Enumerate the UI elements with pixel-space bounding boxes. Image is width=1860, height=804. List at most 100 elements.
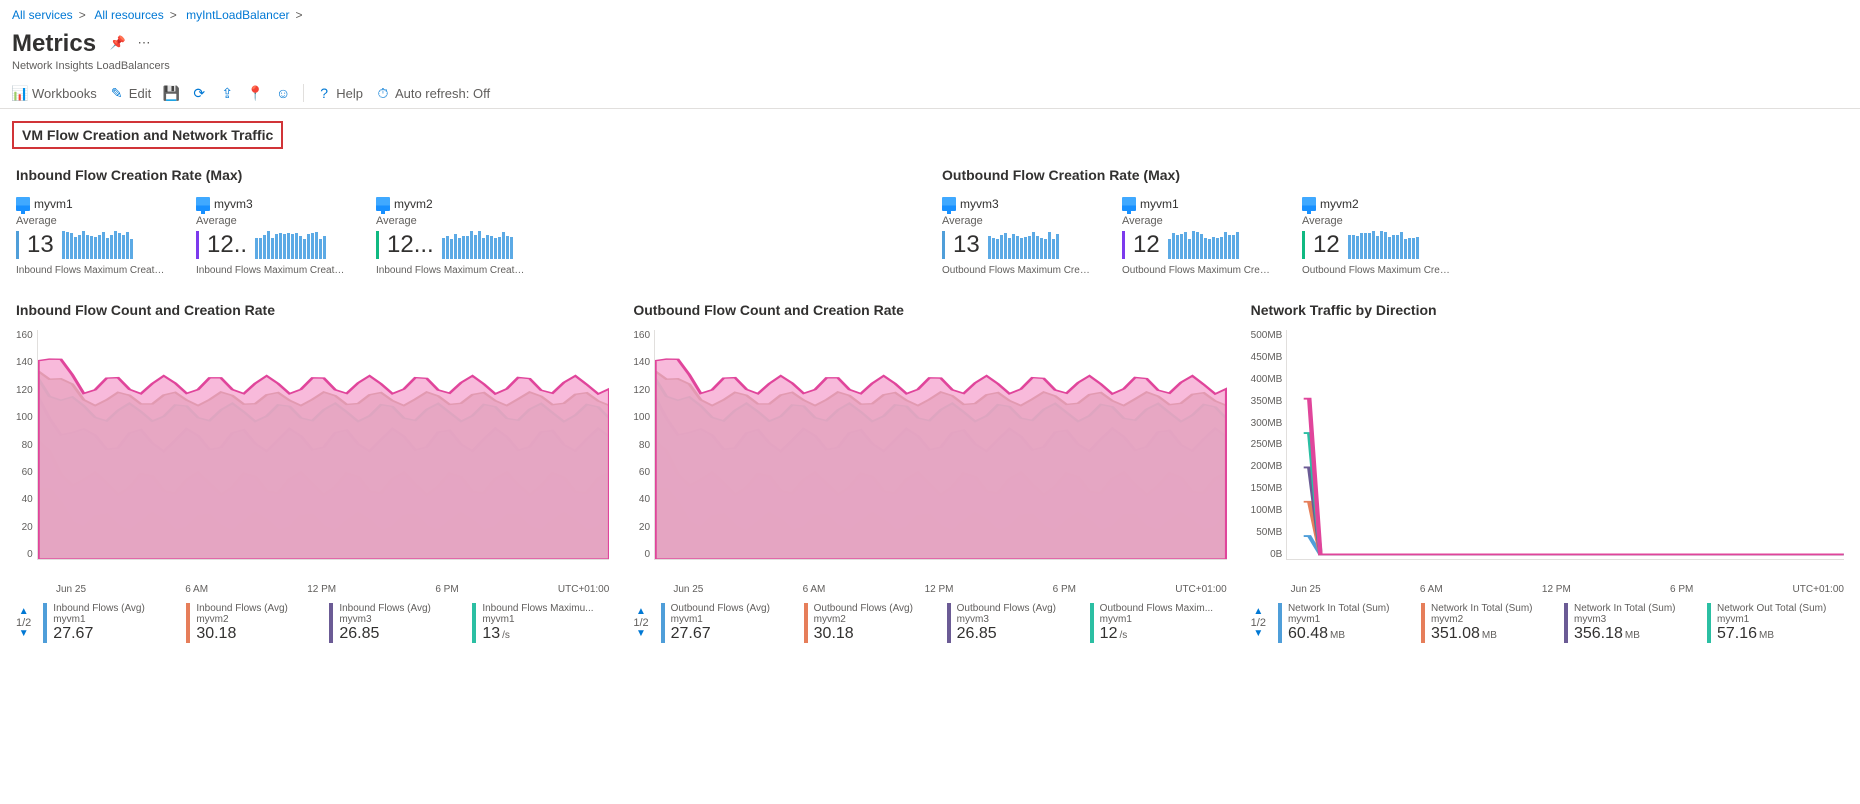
legend-unit: MB: [1482, 630, 1497, 641]
chart-plot[interactable]: [654, 330, 1227, 560]
feedback-icon[interactable]: ☺: [275, 85, 291, 101]
sparkline: [1168, 231, 1239, 259]
chart-plot[interactable]: [1286, 330, 1844, 560]
chart-legend: ▲1/2▼Network In Total (Sum)myvm160.48MBN…: [1251, 603, 1844, 643]
legend-item[interactable]: Network In Total (Sum)myvm160.48MB: [1278, 603, 1415, 643]
help-button[interactable]: ?Help: [316, 85, 363, 101]
refresh-icon[interactable]: ⟳: [191, 85, 207, 101]
legend-item[interactable]: Outbound Flows (Avg)myvm326.85: [947, 603, 1084, 643]
metric-value: 12..: [207, 231, 247, 259]
metric-card[interactable]: myvm3Average13Outbound Flows Maximum Cre…: [942, 197, 1092, 276]
legend-unit: MB: [1330, 630, 1345, 641]
legend-value: 57.16: [1717, 625, 1757, 642]
edit-button[interactable]: ✎Edit: [109, 85, 151, 101]
legend-item[interactable]: Network In Total (Sum)myvm2351.08MB: [1421, 603, 1558, 643]
metric-card[interactable]: myvm1Average12Outbound Flows Maximum Cre…: [1122, 197, 1272, 276]
avg-label: Average: [1302, 215, 1452, 227]
legend-sub: myvm3: [957, 614, 1084, 625]
metric-value: 12...: [387, 231, 434, 259]
legend-sub: myvm3: [339, 614, 466, 625]
legend-name: Network Out Total (Sum): [1717, 603, 1844, 614]
legend-sub: myvm1: [482, 614, 609, 625]
share-icon[interactable]: ⇪: [219, 85, 235, 101]
legend-value: 27.67: [671, 625, 711, 642]
legend-pager[interactable]: ▲1/2▼: [633, 607, 648, 639]
metric-label: Inbound Flows Maximum Creation R: [376, 265, 526, 276]
more-icon[interactable]: ⋯: [137, 35, 150, 50]
legend-value: 60.48: [1288, 625, 1328, 642]
avg-label: Average: [196, 215, 346, 227]
legend-value: 356.18: [1574, 625, 1623, 642]
legend-name: Outbound Flows (Avg): [957, 603, 1084, 614]
workbooks-button[interactable]: 📊Workbooks: [12, 85, 97, 101]
chevron-up-icon: ▲: [19, 607, 29, 617]
legend-item[interactable]: Outbound Flows Maxim...myvm112/s: [1090, 603, 1227, 643]
legend-item[interactable]: Inbound Flows (Avg)myvm127.67: [43, 603, 180, 643]
accent-bar: [1302, 231, 1305, 259]
sparkline: [1348, 231, 1419, 259]
chevron-up-icon: ▲: [636, 607, 646, 617]
legend-item[interactable]: Inbound Flows (Avg)myvm230.18: [186, 603, 323, 643]
legend-item[interactable]: Inbound Flows (Avg)myvm326.85: [329, 603, 466, 643]
metric-label: Outbound Flows Maximum Creation: [1122, 265, 1272, 276]
y-axis: 160140120100806040200: [16, 330, 37, 560]
legend-value: 27.67: [53, 625, 93, 642]
metric-value: 13: [27, 231, 54, 259]
metric-card[interactable]: myvm2Average12Outbound Flows Maximum Cre…: [1302, 197, 1452, 276]
metric-card[interactable]: myvm3Average12..Inbound Flows Maximum Cr…: [196, 197, 346, 276]
panel-title: Inbound Flow Creation Rate (Max): [16, 167, 918, 183]
metric-card[interactable]: myvm1 Average 13 Inbound Flows Maximum Crea…: [16, 197, 166, 276]
vm-name: myvm2: [1320, 197, 1359, 211]
legend-item[interactable]: Network In Total (Sum)myvm3356.18MB: [1564, 603, 1701, 643]
legend-unit: /s: [502, 630, 510, 641]
accent-bar: [196, 231, 199, 259]
accent-bar: [1122, 231, 1125, 259]
avg-label: Average: [16, 215, 166, 227]
legend-sub: myvm1: [53, 614, 180, 625]
legend-name: Inbound Flows (Avg): [196, 603, 323, 614]
chart-plot[interactable]: [37, 330, 610, 560]
auto-refresh-button[interactable]: ⏱Auto refresh: Off: [375, 85, 490, 101]
legend-item[interactable]: Network Out Total (Sum)myvm157.16MB: [1707, 603, 1844, 643]
outbound-rate-panel: Outbound Flow Creation Rate (Max) myvm3A…: [942, 161, 1844, 276]
metric-value: 13: [953, 231, 980, 259]
legend-unit: MB: [1625, 630, 1640, 641]
legend-name: Network In Total (Sum): [1574, 603, 1701, 614]
vm-name: myvm1: [34, 197, 73, 211]
legend-pager[interactable]: ▲1/2▼: [1251, 607, 1266, 639]
legend-pager[interactable]: ▲1/2▼: [16, 607, 31, 639]
legend-sub: myvm2: [196, 614, 323, 625]
pin-icon[interactable]: 📌: [110, 35, 126, 50]
metric-label: Outbound Flows Maximum Creation: [942, 265, 1092, 276]
legend-sub: myvm1: [671, 614, 798, 625]
accent-bar: [376, 231, 379, 259]
legend-sub: myvm1: [1100, 614, 1227, 625]
legend-item[interactable]: Outbound Flows (Avg)myvm127.67: [661, 603, 798, 643]
legend-sub: myvm2: [1431, 614, 1558, 625]
breadcrumb-link[interactable]: All resources: [94, 8, 163, 22]
save-icon[interactable]: 💾: [163, 85, 179, 101]
x-axis: Jun 256 AM12 PM6 PMUTC+01:00: [1291, 584, 1844, 595]
legend-sub: myvm1: [1717, 614, 1844, 625]
legend-value: 26.85: [957, 625, 997, 642]
metric-card[interactable]: myvm2Average12...Inbound Flows Maximum C…: [376, 197, 526, 276]
sparkline: [988, 231, 1059, 259]
chevron-down-icon: ▼: [19, 629, 29, 639]
vm-icon: [1122, 197, 1136, 211]
vm-icon: [942, 197, 956, 211]
breadcrumb-link[interactable]: All services: [12, 8, 73, 22]
chevron-up-icon: ▲: [1253, 607, 1263, 617]
metric-value: 12: [1313, 231, 1340, 259]
legend-sub: myvm1: [1288, 614, 1415, 625]
legend-item[interactable]: Inbound Flows Maximu...myvm113/s: [472, 603, 609, 643]
legend-value: 13: [482, 625, 500, 642]
vm-icon: [1302, 197, 1316, 211]
legend-value: 30.18: [814, 625, 854, 642]
pin-icon[interactable]: 📍: [247, 85, 263, 101]
sparkline: [255, 231, 326, 259]
breadcrumb-link[interactable]: myIntLoadBalancer: [186, 8, 289, 22]
legend-item[interactable]: Outbound Flows (Avg)myvm230.18: [804, 603, 941, 643]
metric-label: Inbound Flows Maximum Creation R: [16, 265, 166, 276]
legend-name: Network In Total (Sum): [1431, 603, 1558, 614]
legend-value: 26.85: [339, 625, 379, 642]
